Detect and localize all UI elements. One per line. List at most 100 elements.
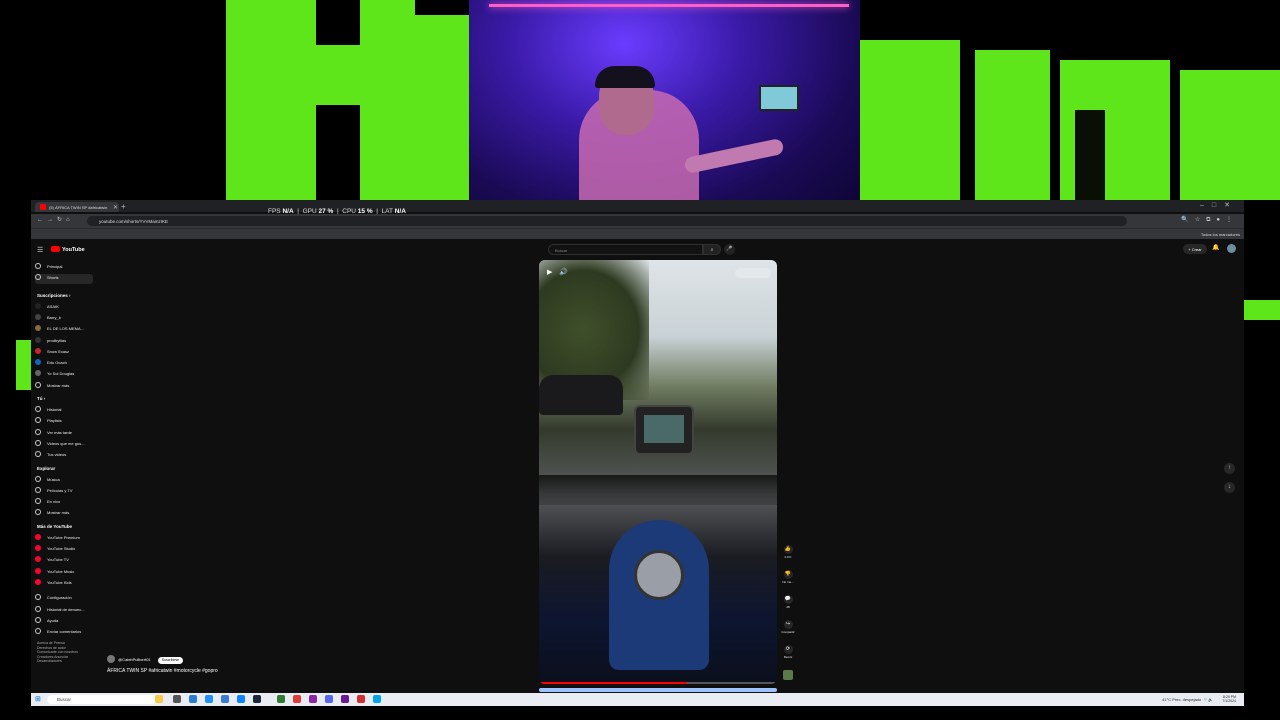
bookmark-item[interactable]: YouTube <box>56 235 86 239</box>
search-button[interactable]: ⌕ <box>703 244 721 255</box>
channel-avatar[interactable] <box>107 655 115 663</box>
bookmark-item[interactable]: Stream Vod Download... <box>86 235 143 239</box>
browser-tab[interactable]: (5) ÁFRICA TWIN SP #africatwin ✕ <box>35 202 119 212</box>
taskbar-app-icon[interactable] <box>277 695 285 703</box>
forward-icon[interactable]: → <box>47 217 57 223</box>
avatar[interactable] <box>1227 244 1236 253</box>
taskbar-app-icon[interactable] <box>357 695 365 703</box>
taskbar-app-icon[interactable] <box>373 695 381 703</box>
taskbar-app-icon[interactable] <box>237 695 245 703</box>
sidebar-item[interactable]: YouTube Kids <box>35 578 93 589</box>
like-button[interactable]: 👍 2.9 K <box>781 545 795 559</box>
weather-text[interactable]: 41°C Prec. despejado <box>1162 697 1201 702</box>
subscribe-button[interactable]: Suscribirse <box>157 656 184 664</box>
bookmark-item[interactable]: Y2Mate - YouTube t... <box>651 235 704 239</box>
player-settings-pill[interactable] <box>735 268 771 278</box>
next-short-preview[interactable] <box>539 688 777 692</box>
zoom-icon[interactable]: 🔍 <box>1181 217 1194 223</box>
extensions-icon[interactable]: ⧉ <box>1206 217 1216 223</box>
minimize-icon[interactable]: – <box>1200 202 1212 209</box>
taskbar-app-icon[interactable] <box>341 695 349 703</box>
taskbar-app-icon[interactable] <box>325 695 333 703</box>
menu-dots-icon[interactable]: ⋮ <box>1226 217 1238 223</box>
sidebar-item[interactable]: Mostrar más <box>35 509 93 519</box>
sidebar-item[interactable]: Música <box>35 475 93 486</box>
wifi-icon[interactable]: ⌔ <box>1203 697 1207 702</box>
close-tab-icon[interactable]: ✕ <box>113 204 118 211</box>
sidebar-section-title[interactable]: Más de YouTube <box>37 524 72 529</box>
sidebar-item[interactable]: YouTube TV <box>35 556 93 566</box>
taskbar-search[interactable]: Buscar <box>47 695 157 704</box>
bookmark-item[interactable]: YouTube to Mp3 Co... <box>495 235 548 239</box>
sidebar-item[interactable]: Enviar comentarios <box>35 628 93 638</box>
sidebar-item[interactable]: ASAIK <box>35 302 93 313</box>
next-short-button[interactable]: ↓ <box>1224 482 1235 493</box>
share-button[interactable]: ↪ Compartir <box>781 620 795 634</box>
sidebar-item[interactable]: YouTube Music <box>35 567 93 578</box>
youtube-logo[interactable]: YouTube <box>51 246 85 254</box>
bookmark-item[interactable]: Instagram <box>143 235 175 239</box>
play-icon[interactable]: ▶ <box>547 268 552 276</box>
back-icon[interactable]: ← <box>37 217 47 223</box>
profile-icon[interactable]: ● <box>1216 217 1226 223</box>
maximize-icon[interactable]: □ <box>1212 202 1224 209</box>
bookmark-item[interactable]: The best ChatGit on... <box>598 235 651 239</box>
video-title[interactable]: ÁFRICA TWIN SP #africatwin #motorcycle #… <box>107 668 218 674</box>
sidebar-item[interactable]: Playlists <box>35 417 93 427</box>
sidebar-item[interactable]: Barry_b <box>35 313 93 324</box>
bookmark-star-icon[interactable]: ☆ <box>1195 217 1206 223</box>
sidebar-item[interactable]: prodbyilias <box>35 336 93 347</box>
sidebar-section-title[interactable]: Suscripciones › <box>37 293 71 298</box>
bookmark-item[interactable]: Crunchyroll: Ve ani... <box>742 235 793 239</box>
sidebar-item[interactable]: Ver más tarde <box>35 428 93 439</box>
home-icon[interactable]: ⌂ <box>66 217 74 223</box>
sidebar-item[interactable]: Yo Soi Douglas <box>35 370 93 380</box>
sidebar-item[interactable]: Shorts <box>35 274 93 285</box>
taskbar-app-icon[interactable] <box>309 695 317 703</box>
bookmark-item[interactable]: CloudConvert <box>704 235 742 239</box>
bookmark-item[interactable]: Explore Tracks | Trop... <box>205 235 260 239</box>
remix-button[interactable]: ⟳ Remix <box>781 645 795 659</box>
bookmark-item[interactable]: Descargas <box>380 235 413 239</box>
sidebar-item[interactable]: En vivo <box>35 498 93 508</box>
video-progress-bar[interactable] <box>539 682 777 684</box>
sidebar-item[interactable]: EL DE LOS MEMA... <box>35 325 93 335</box>
sidebar-item[interactable]: Películas y TV <box>35 486 93 497</box>
shorts-video-player[interactable]: ▶ 🔊 <box>539 260 777 684</box>
sidebar-item[interactable]: Historial de denunc... <box>35 605 93 616</box>
sidebar-item[interactable]: Historial <box>35 406 93 416</box>
create-button[interactable]: + Crear <box>1183 244 1207 254</box>
windows-start-icon[interactable]: ⊞ <box>35 695 41 703</box>
sidebar-item[interactable]: YouTube Studio <box>35 545 93 555</box>
sidebar-item[interactable]: Snow Ecasz <box>35 347 93 358</box>
bookmark-item[interactable]: iCloud <box>31 235 56 239</box>
bookmark-item[interactable]: MP3 Converter | On... <box>442 235 495 239</box>
taskbar-app-icon[interactable] <box>155 695 163 703</box>
previous-short-button[interactable]: ↑ <box>1224 463 1235 474</box>
volume-tray-icon[interactable]: 🔈 <box>1208 697 1213 702</box>
notifications-bell-icon[interactable]: 🔔 <box>1212 244 1219 251</box>
sidebar-item[interactable]: Tus videos <box>35 451 93 461</box>
search-input[interactable]: Buscar <box>548 244 703 255</box>
taskbar-app-icon[interactable] <box>173 695 181 703</box>
new-tab-icon[interactable]: + <box>121 202 126 211</box>
audio-thumbnail[interactable] <box>781 670 795 680</box>
sidebar-item[interactable]: Principal <box>35 263 93 273</box>
bookmark-item[interactable]: AC Stuff <box>413 235 442 239</box>
bookmark-item[interactable]: Mis videos popular... <box>547 235 597 239</box>
reload-icon[interactable]: ↻ <box>57 217 66 223</box>
sidebar-item[interactable]: Mostrar más <box>35 381 93 392</box>
sidebar-section-title[interactable]: Tú › <box>37 396 45 401</box>
comment-button[interactable]: 💬 28 <box>781 595 795 609</box>
sidebar-item[interactable]: Edu Ocach <box>35 359 93 369</box>
all-bookmarks-button[interactable]: Todos los marcadores <box>1196 232 1240 237</box>
taskbar-app-icon[interactable] <box>189 695 197 703</box>
voice-search-button[interactable]: 🎤 <box>724 244 735 255</box>
taskbar-app-icon[interactable] <box>253 695 261 703</box>
taskbar-app-icon[interactable] <box>221 695 229 703</box>
sidebar-item[interactable]: YouTube Premium <box>35 533 93 544</box>
taskbar-app-icon[interactable] <box>293 695 301 703</box>
hamburger-menu-icon[interactable]: ☰ <box>37 246 43 254</box>
taskbar-app-icon[interactable] <box>205 695 213 703</box>
dislike-button[interactable]: 👎 No me... <box>781 570 795 584</box>
